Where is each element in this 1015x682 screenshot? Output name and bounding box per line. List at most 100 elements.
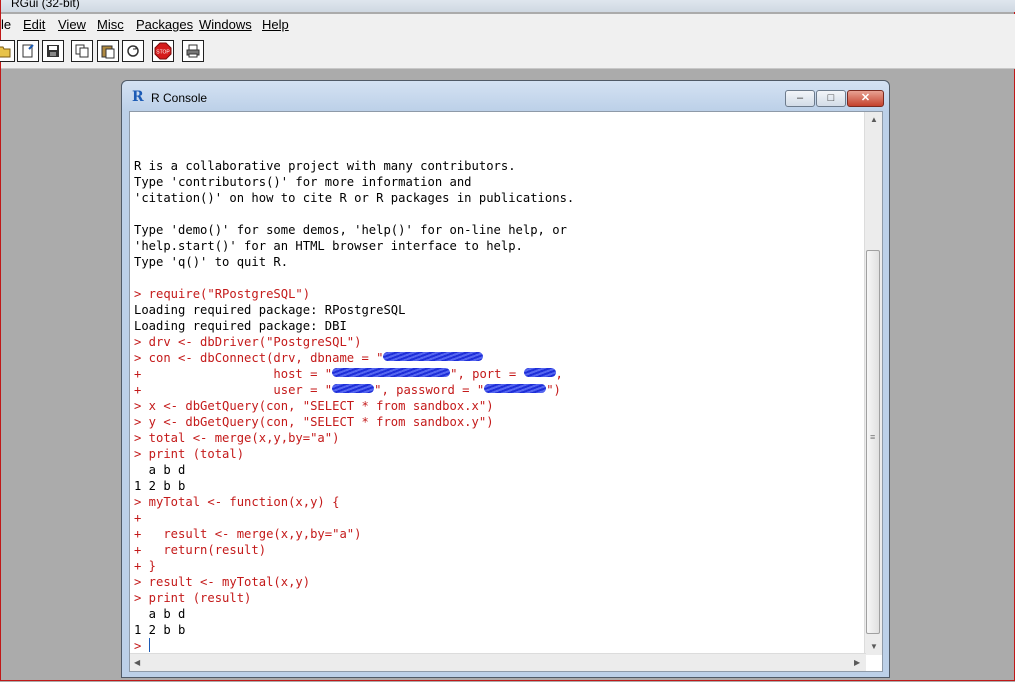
menu-view-label: View bbox=[58, 17, 86, 32]
console-line-text: > y <- dbGetQuery(con, "SELECT * from sa… bbox=[134, 415, 494, 429]
console-line-text: 'citation()' on how to cite R or R packa… bbox=[134, 191, 575, 205]
load-workspace-button[interactable] bbox=[17, 40, 39, 62]
console-input-line: + result <- merge(x,y,by="a") bbox=[134, 526, 574, 542]
copy-paste-icon bbox=[127, 45, 139, 57]
maximize-button[interactable]: □ bbox=[816, 90, 846, 107]
app-titlebar: RGui (32-bit) bbox=[1, 0, 1015, 12]
console-output-line: 1 2 b b bbox=[134, 478, 574, 494]
console-line-text: > bbox=[134, 639, 149, 653]
close-button[interactable]: ✕ bbox=[847, 90, 884, 107]
console-output-line: 1 2 b b bbox=[134, 622, 574, 638]
r-logo-icon: R bbox=[132, 89, 144, 105]
console-input-line: + host = " ", port = , bbox=[134, 366, 574, 382]
menu-view[interactable]: View bbox=[58, 17, 86, 32]
console-output[interactable]: R is a collaborative project with many c… bbox=[129, 111, 883, 672]
vertical-scroll-thumb[interactable]: ≡ bbox=[866, 250, 880, 634]
console-line-text: Type 'q()' to quit R. bbox=[134, 255, 289, 269]
copy-button[interactable] bbox=[71, 40, 93, 62]
minimize-button[interactable]: – bbox=[785, 90, 815, 107]
menu-help[interactable]: Help bbox=[262, 17, 289, 32]
console-output-line: Type 'q()' to quit R. bbox=[134, 254, 574, 270]
console-input-line: > myTotal <- function(x,y) { bbox=[134, 494, 574, 510]
console-line-text: > drv <- dbDriver("PostgreSQL") bbox=[134, 335, 362, 349]
open-script-icon bbox=[0, 46, 11, 58]
console-line-text: > total <- merge(x,y,by="a") bbox=[134, 431, 340, 445]
menu-misc[interactable]: Misc bbox=[97, 17, 124, 32]
console-line-text: , bbox=[555, 367, 563, 381]
console-text: R is a collaborative project with many c… bbox=[134, 142, 574, 654]
r-console-title: R Console bbox=[151, 91, 208, 105]
stop-button[interactable]: STOP bbox=[152, 40, 174, 62]
console-output-line: Type 'contributors()' for more informati… bbox=[134, 174, 574, 190]
console-line-text: a b d bbox=[134, 463, 186, 477]
console-input-line: + } bbox=[134, 558, 574, 574]
close-icon: ✕ bbox=[860, 92, 871, 104]
console-line-text: > result <- myTotal(x,y) bbox=[134, 575, 311, 589]
menu-help-label: Help bbox=[262, 17, 289, 32]
console-output-line: R is a collaborative project with many c… bbox=[134, 158, 574, 174]
redacted-value bbox=[523, 368, 556, 377]
menu-misc-label: Misc bbox=[97, 17, 124, 32]
console-line-text: ", password = " bbox=[374, 383, 485, 397]
console-line-text: Type 'demo()' for some demos, 'help()' f… bbox=[134, 223, 567, 237]
console-line-text: ", port = bbox=[450, 367, 524, 381]
console-output-line: a b d bbox=[134, 606, 574, 622]
paste-button[interactable] bbox=[97, 40, 119, 62]
console-line-text: > print (result) bbox=[134, 591, 252, 605]
print-icon bbox=[186, 44, 200, 58]
maximize-icon: □ bbox=[827, 92, 835, 104]
console-input-line: + return(result) bbox=[134, 542, 574, 558]
scroll-left-arrow-icon[interactable]: ◀ bbox=[134, 658, 140, 667]
console-input-line: > drv <- dbDriver("PostgreSQL") bbox=[134, 334, 574, 350]
console-input-line: + user = " ", password = " ") bbox=[134, 382, 574, 398]
console-output-line: 'citation()' on how to cite R or R packa… bbox=[134, 190, 574, 206]
r-console-window: R R Console – □ ✕ R is a collaborative p… bbox=[121, 80, 890, 678]
console-input-line: + bbox=[134, 510, 574, 526]
console-input-line: > result <- myTotal(x,y) bbox=[134, 574, 574, 590]
menu-packages-label: Packages bbox=[136, 17, 194, 32]
scroll-up-arrow-icon[interactable]: ▲ bbox=[870, 115, 878, 124]
console-input-line: > con <- dbConnect(drv, dbname = " bbox=[134, 350, 574, 366]
copy-paste-button[interactable] bbox=[122, 40, 144, 62]
console-line-text: > print (total) bbox=[134, 447, 245, 461]
save-button[interactable] bbox=[42, 40, 64, 62]
console-input-line: > require("RPostgreSQL") bbox=[134, 286, 574, 302]
grip-icon: ≡ bbox=[870, 432, 876, 442]
console-line-text: + } bbox=[134, 559, 157, 573]
menu-edit-label: Edit bbox=[23, 17, 46, 32]
console-line-text: 'help.start()' for an HTML browser inter… bbox=[134, 239, 523, 253]
menu-packages[interactable]: Packages bbox=[136, 17, 193, 32]
console-input-line: > bbox=[134, 638, 574, 654]
console-line-text: ") bbox=[546, 383, 561, 397]
console-line-text: + host = " bbox=[134, 367, 333, 381]
menu-windows[interactable]: Windows bbox=[199, 17, 252, 32]
open-script-button[interactable] bbox=[0, 40, 15, 62]
menu-edit[interactable]: Edit bbox=[23, 17, 45, 32]
scroll-right-arrow-icon[interactable]: ▶ bbox=[854, 658, 860, 667]
console-input-line: > y <- dbGetQuery(con, "SELECT * from sa… bbox=[134, 414, 574, 430]
console-output-line: a b d bbox=[134, 462, 574, 478]
stop-icon: STOP bbox=[154, 42, 172, 60]
menu-file[interactable]: le bbox=[1, 17, 11, 32]
toolbar: STOP bbox=[0, 36, 1015, 69]
redacted-value bbox=[484, 384, 547, 393]
console-line-text: R is a collaborative project with many c… bbox=[134, 159, 516, 173]
console-output-line: 'help.start()' for an HTML browser inter… bbox=[134, 238, 574, 254]
console-output-line: Type 'demo()' for some demos, 'help()' f… bbox=[134, 222, 574, 238]
print-button[interactable] bbox=[182, 40, 204, 62]
vertical-scrollbar[interactable]: ▲ ≡ ▼ bbox=[864, 112, 882, 655]
r-console-titlebar[interactable]: R R Console – □ ✕ bbox=[122, 81, 889, 111]
console-output-line bbox=[134, 142, 574, 158]
console-line-text: > x <- dbGetQuery(con, "SELECT * from sa… bbox=[134, 399, 494, 413]
console-line-text: + result <- merge(x,y,by="a") bbox=[134, 527, 362, 541]
console-line-text: > myTotal <- function(x,y) { bbox=[134, 495, 340, 509]
horizontal-scrollbar[interactable]: ◀ ▶ bbox=[130, 653, 866, 671]
scroll-down-arrow-icon[interactable]: ▼ bbox=[870, 642, 878, 651]
menu-bar: le Edit View Misc Packages Windows Help bbox=[1, 14, 1015, 36]
console-line-text: Loading required package: DBI bbox=[134, 319, 347, 333]
save-icon bbox=[47, 45, 59, 57]
paste-icon bbox=[101, 45, 115, 59]
redacted-value bbox=[332, 368, 451, 377]
console-output-line bbox=[134, 270, 574, 286]
console-line-text: + return(result) bbox=[134, 543, 267, 557]
